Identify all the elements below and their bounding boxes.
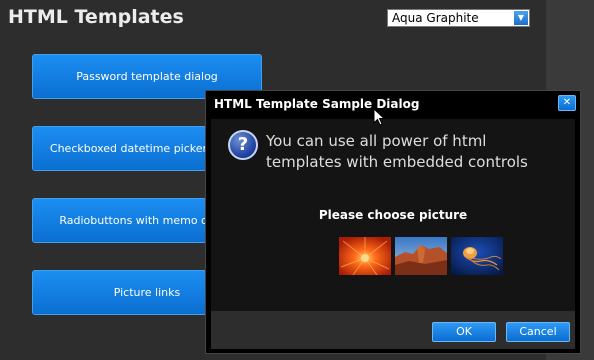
theme-select[interactable]: Aqua Graphite ▼ bbox=[387, 9, 530, 27]
chevron-down-icon[interactable]: ▼ bbox=[514, 11, 528, 25]
dialog-body: ? You can use all power of html template… bbox=[211, 119, 575, 311]
sample-dialog: HTML Template Sample Dialog ✕ ? You can … bbox=[205, 90, 581, 354]
choose-picture-label: Please choose picture bbox=[318, 208, 468, 222]
dialog-footer: OK Cancel bbox=[211, 311, 575, 349]
app-title: HTML Templates bbox=[8, 6, 184, 28]
ok-button[interactable]: OK bbox=[432, 322, 496, 342]
close-icon[interactable]: ✕ bbox=[558, 95, 576, 111]
flower-thumbnail[interactable] bbox=[339, 237, 391, 275]
cancel-button[interactable]: Cancel bbox=[506, 322, 570, 342]
dialog-title: HTML Template Sample Dialog bbox=[214, 97, 420, 111]
dialog-message: You can use all power of html templates … bbox=[266, 132, 528, 171]
mouse-cursor-icon bbox=[373, 107, 386, 131]
theme-select-value: Aqua Graphite bbox=[392, 11, 479, 25]
desert-thumbnail[interactable] bbox=[395, 237, 447, 275]
question-icon: ? bbox=[228, 130, 258, 160]
jellyfish-thumbnail[interactable] bbox=[451, 237, 503, 275]
